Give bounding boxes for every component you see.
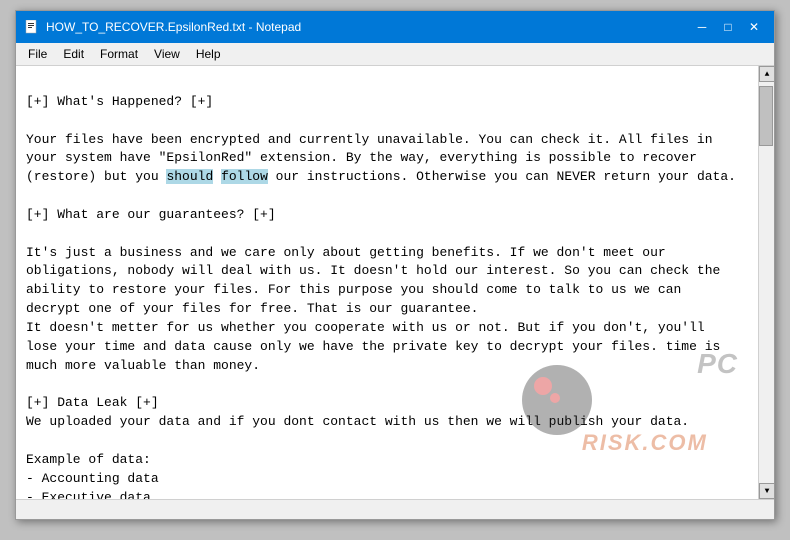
window-title: HOW_TO_RECOVER.EpsilonRed.txt - Notepad bbox=[46, 20, 301, 34]
watermark-risk: RISK.COM bbox=[582, 427, 708, 459]
menu-file[interactable]: File bbox=[22, 45, 53, 63]
notepad-window: HOW_TO_RECOVER.EpsilonRed.txt - Notepad … bbox=[15, 10, 775, 520]
highlighted-text-should: should bbox=[166, 169, 213, 184]
scroll-track[interactable] bbox=[759, 82, 774, 483]
title-bar-buttons: ─ □ ✕ bbox=[690, 17, 766, 37]
scroll-thumb[interactable] bbox=[759, 86, 773, 146]
title-bar-left: HOW_TO_RECOVER.EpsilonRed.txt - Notepad bbox=[24, 19, 301, 35]
menu-bar: File Edit Format View Help bbox=[16, 43, 774, 66]
status-bar bbox=[16, 499, 774, 519]
scroll-up-button[interactable]: ▲ bbox=[759, 66, 774, 82]
highlighted-text-follow: follow bbox=[221, 169, 268, 184]
menu-view[interactable]: View bbox=[148, 45, 186, 63]
watermark-dot-small bbox=[550, 393, 560, 403]
text-editor[interactable]: [+] What's Happened? [+] Your files have… bbox=[16, 66, 758, 499]
scroll-down-button[interactable]: ▼ bbox=[759, 483, 774, 499]
close-button[interactable]: ✕ bbox=[742, 17, 766, 37]
title-bar: HOW_TO_RECOVER.EpsilonRed.txt - Notepad … bbox=[16, 11, 774, 43]
text-content: [+] What's Happened? [+] Your files have… bbox=[26, 94, 736, 499]
menu-edit[interactable]: Edit bbox=[57, 45, 90, 63]
watermark-dot-large bbox=[534, 377, 552, 395]
minimize-button[interactable]: ─ bbox=[690, 17, 714, 37]
maximize-button[interactable]: □ bbox=[716, 17, 740, 37]
notepad-icon bbox=[24, 19, 40, 35]
menu-help[interactable]: Help bbox=[190, 45, 227, 63]
menu-format[interactable]: Format bbox=[94, 45, 144, 63]
content-area: [+] What's Happened? [+] Your files have… bbox=[16, 66, 774, 499]
scrollbar: ▲ ▼ bbox=[758, 66, 774, 499]
